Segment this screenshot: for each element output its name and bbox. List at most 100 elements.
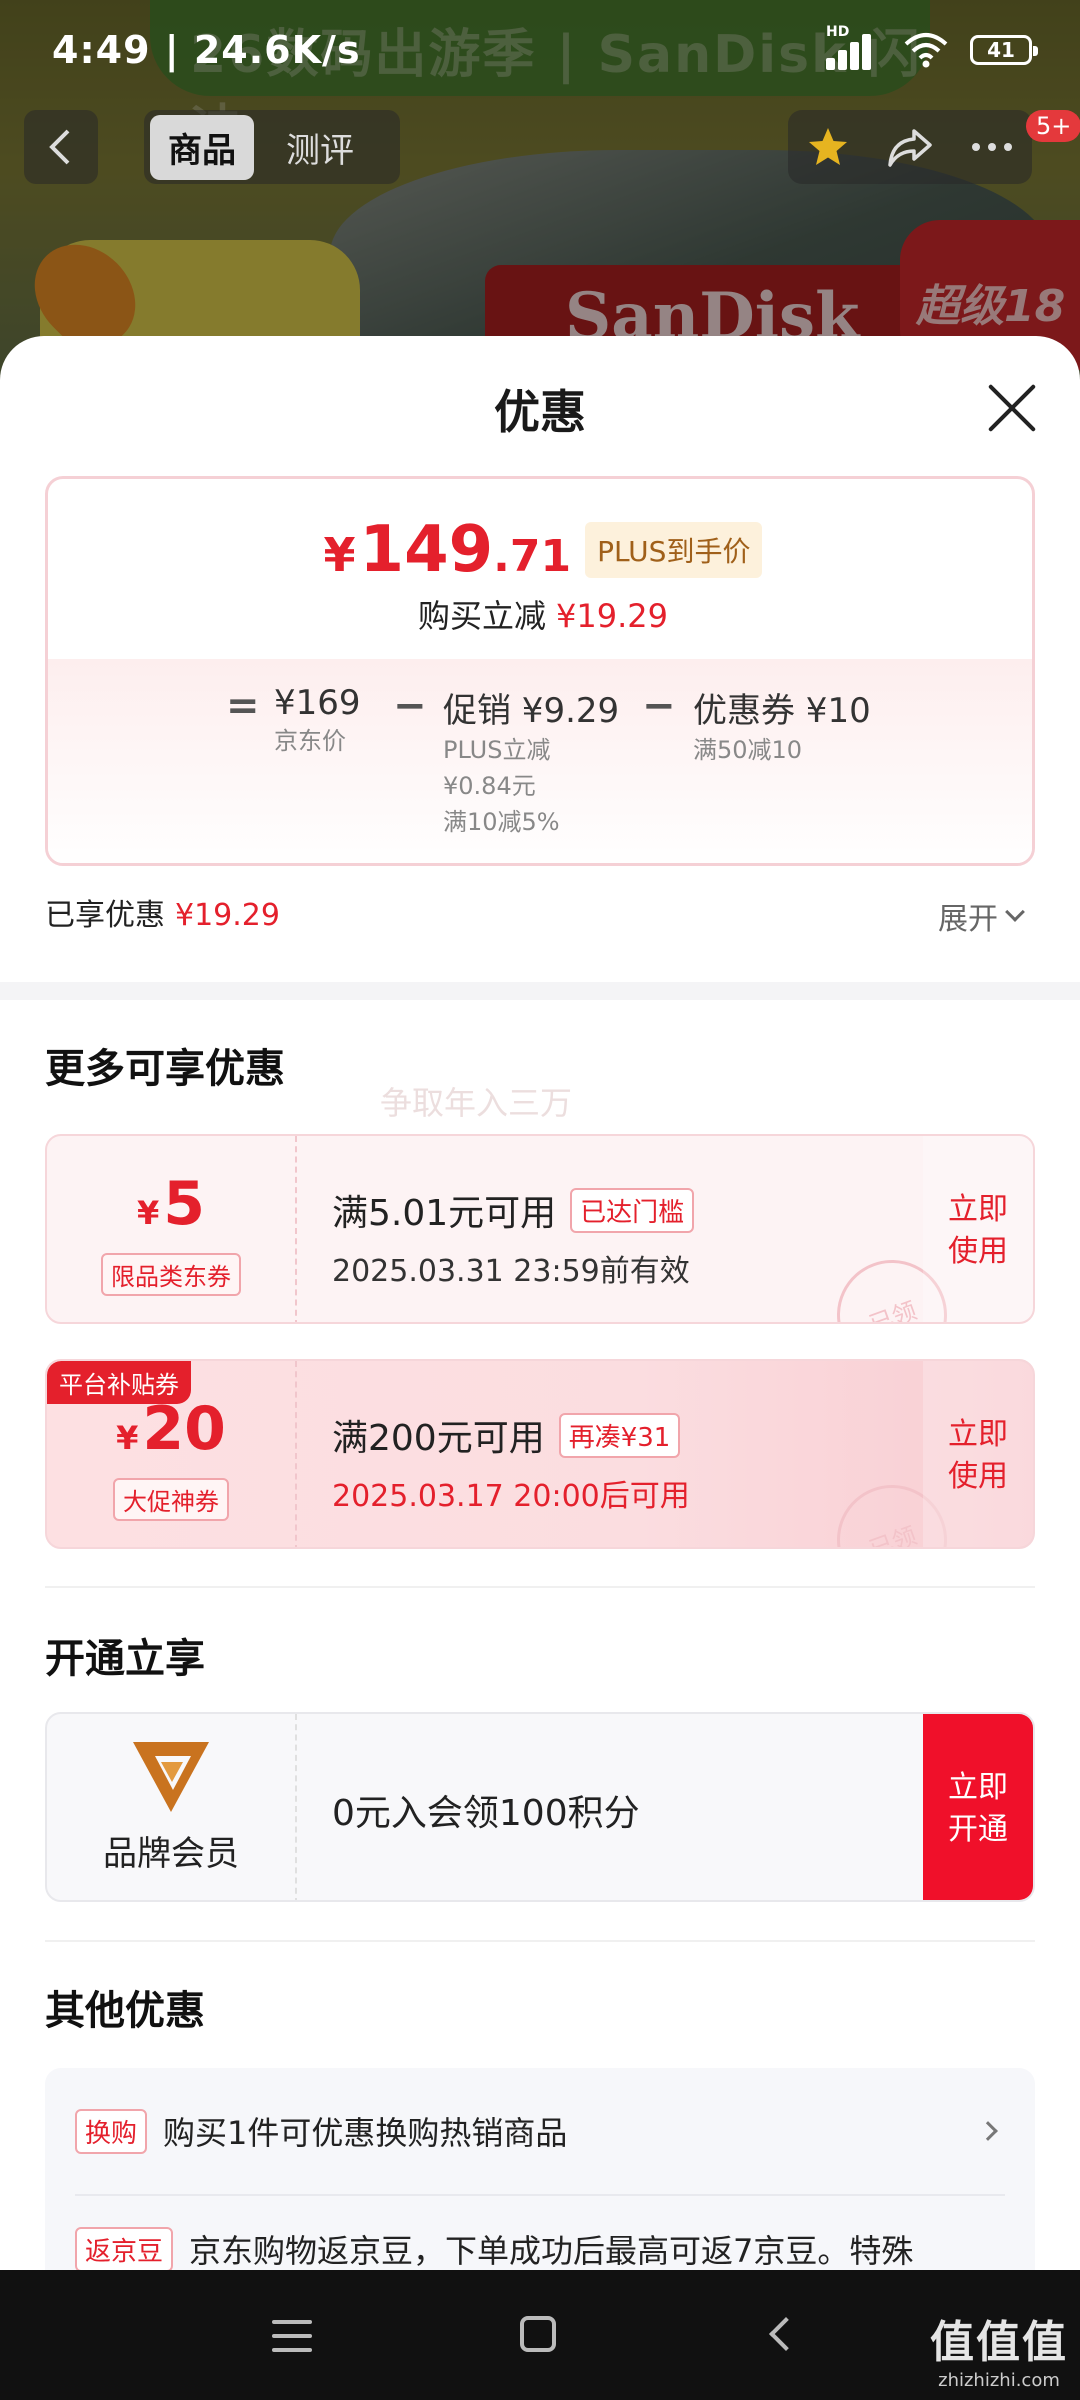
promo-discount: 促销 ¥9.29 PLUS立减 ¥0.84元 满10减5% — [443, 683, 619, 840]
enjoyed-label: 已享优惠 — [45, 898, 165, 933]
use-now-label: 使用 — [948, 1234, 1008, 1269]
expand-button[interactable]: 展开 — [938, 894, 1025, 938]
battery-icon: 41 — [970, 35, 1038, 65]
status-time: 4:49 | 24.6K/s — [52, 28, 361, 72]
final-price: ¥149.71 — [324, 513, 572, 587]
join-now-button[interactable]: 立即 开通 — [923, 1714, 1033, 1900]
promo-title: 促销 ¥9.29 — [443, 691, 620, 731]
threshold-chip: 已达门槛 — [570, 1187, 695, 1233]
expand-label: 展开 — [938, 902, 998, 937]
site-watermark: 值值值 zhizhizhi.com — [930, 2306, 1068, 2391]
tab-product[interactable]: 商品 — [150, 114, 254, 180]
coupon-amount: ¥5 — [47, 1172, 295, 1245]
enjoyed-value: ¥19.29 — [175, 898, 280, 933]
join-now-label: 开通 — [948, 1812, 1008, 1847]
price-breakdown: = ¥169 京东价 − 促销 ¥9.29 PLUS立减 ¥0.84元 满10减… — [48, 659, 1032, 863]
chevron-down-icon — [1005, 902, 1025, 922]
coupon-currency: ¥ — [136, 1194, 160, 1232]
minus-sign: − — [642, 683, 676, 729]
signal-icon: HD — [826, 24, 882, 70]
member-name: 品牌会员 — [103, 1834, 239, 1874]
message-badge: 5+ — [1026, 110, 1080, 142]
instant-discount-value: ¥19.29 — [556, 597, 668, 635]
threshold-chip: 再凑¥31 — [558, 1412, 681, 1458]
back-button[interactable] — [24, 110, 98, 184]
promo-line: 满10减5% — [443, 808, 560, 836]
minus-sign: − — [393, 683, 427, 729]
top-actions — [788, 110, 1032, 184]
watermark-big: 值值值 — [930, 2317, 1068, 2368]
instant-discount-label: 购买立减 — [418, 597, 547, 635]
base-price: ¥169 京东价 — [274, 683, 361, 759]
coupon-amount: ¥20 — [47, 1397, 295, 1470]
coupon-amount-value: 5 — [163, 1169, 205, 1239]
coupon-line: 满50减10 — [693, 736, 803, 764]
section-divider — [45, 1940, 1035, 1942]
coupon-value: ¥5 限品类东券 — [47, 1136, 297, 1322]
coupon-type: 大促神券 — [113, 1478, 229, 1521]
close-icon[interactable] — [984, 380, 1040, 436]
final-price-line: ¥149.71 PLUS到手价 — [324, 513, 763, 587]
instant-discount: 购买立减 ¥19.29 — [48, 591, 1032, 637]
share-icon[interactable] — [886, 125, 934, 169]
coupon-info: 满5.01元可用 已达门槛 2025.03.31 23:59前有效 — [332, 1184, 695, 1290]
wifi-icon — [904, 33, 948, 68]
star-icon[interactable] — [806, 125, 850, 169]
tab-review[interactable]: 测评 — [268, 115, 372, 180]
item-text: 京东购物返京豆，下单成功后最高可返7京豆。特殊 — [189, 2232, 914, 2270]
price-summary-box: ¥149.71 PLUS到手价 购买立减 ¥19.29 = ¥169 京东价 − … — [45, 476, 1035, 866]
back-icon[interactable] — [769, 2317, 803, 2351]
condition-text: 满5.01元可用 — [332, 1193, 557, 1234]
price-integer: 149 — [359, 513, 494, 587]
menu-icon[interactable] — [272, 2320, 312, 2362]
list-item[interactable]: 换购 购买1件可优惠换购热销商品 — [75, 2108, 1005, 2154]
coupon-condition: 满200元可用 再凑¥31 — [332, 1409, 690, 1461]
other-discounts-title: 其他优惠 — [45, 1988, 205, 2034]
status-bar: 4:49 | 24.6K/s HD 41 — [0, 0, 1080, 100]
platform-subsidy-tag: 平台补贴券 — [47, 1361, 191, 1404]
coupon-title: 优惠券 ¥10 — [693, 691, 871, 731]
open-enjoy-title: 开通立享 — [45, 1636, 205, 1682]
use-now-label: 立即 — [948, 1417, 1008, 1452]
member-card: 品牌会员 0元入会领100积分 立即 开通 — [45, 1712, 1035, 1902]
sheet-title: 优惠 — [494, 385, 586, 439]
price-main: ¥149.71 PLUS到手价 购买立减 ¥19.29 — [48, 513, 1032, 637]
promo-line: PLUS立减 — [443, 736, 551, 764]
discount-sheet: 优惠 ¥149.71 PLUS到手价 购买立减 ¥19.29 = ¥169 京东价… — [0, 336, 1080, 2270]
coupon-date: 2025.03.31 23:59前有效 — [332, 1254, 690, 1289]
member-benefit: 0元入会领100积分 — [332, 1793, 640, 1834]
coupon-condition: 满5.01元可用 已达门槛 — [332, 1184, 695, 1236]
section-divider — [0, 982, 1080, 1000]
other-discounts-list: 换购 购买1件可优惠换购热销商品 返京豆 京东购物返京豆，下单成功后最高可返7京… — [45, 2068, 1035, 2270]
list-divider — [75, 2194, 1005, 2196]
enjoyed-discount: 已享优惠 ¥19.29 — [45, 890, 280, 934]
use-now-button[interactable]: 立即 使用 — [923, 1361, 1033, 1547]
chevron-right-icon — [978, 2121, 998, 2141]
battery-level: 41 — [987, 38, 1015, 62]
use-now-button[interactable]: 立即 使用 — [923, 1136, 1033, 1322]
member-brand: 品牌会员 — [47, 1714, 297, 1900]
section-divider — [45, 1586, 1035, 1588]
item-text: 购买1件可优惠换购热销商品 — [163, 2114, 568, 2152]
item-tag: 返京豆 — [75, 2226, 174, 2270]
condition-text: 满200元可用 — [332, 1418, 545, 1459]
base-price-value: ¥169 — [274, 683, 361, 723]
network-label: HD — [826, 24, 850, 40]
coupon-info: 满200元可用 再凑¥31 2025.03.17 20:00后可用 — [332, 1409, 690, 1515]
coupon-amount-value: 20 — [142, 1394, 226, 1464]
system-nav-bar: 值值值 zhizhizhi.com — [0, 2270, 1080, 2400]
home-icon[interactable] — [520, 2316, 556, 2352]
base-price-label: 京东价 — [274, 727, 346, 755]
plus-price-tag: PLUS到手价 — [585, 522, 763, 578]
price-currency: ¥ — [323, 528, 356, 582]
coupon-card: ¥20 大促神券 平台补贴券 满200元可用 再凑¥31 2025.03.17 2… — [45, 1359, 1035, 1549]
use-now-label: 立即 — [948, 1192, 1008, 1227]
coupon-type: 限品类东券 — [101, 1253, 241, 1296]
use-now-label: 使用 — [948, 1459, 1008, 1494]
price-decimal: .71 — [493, 531, 572, 582]
chevron-left-icon — [49, 129, 70, 165]
coupon-discount: 优惠券 ¥10 满50减10 — [693, 683, 871, 768]
list-item[interactable]: 返京豆 京东购物返京豆，下单成功后最高可返7京豆。特殊 — [75, 2226, 1005, 2270]
promo-line: ¥0.84元 — [443, 772, 536, 800]
more-icon[interactable] — [970, 141, 1014, 153]
